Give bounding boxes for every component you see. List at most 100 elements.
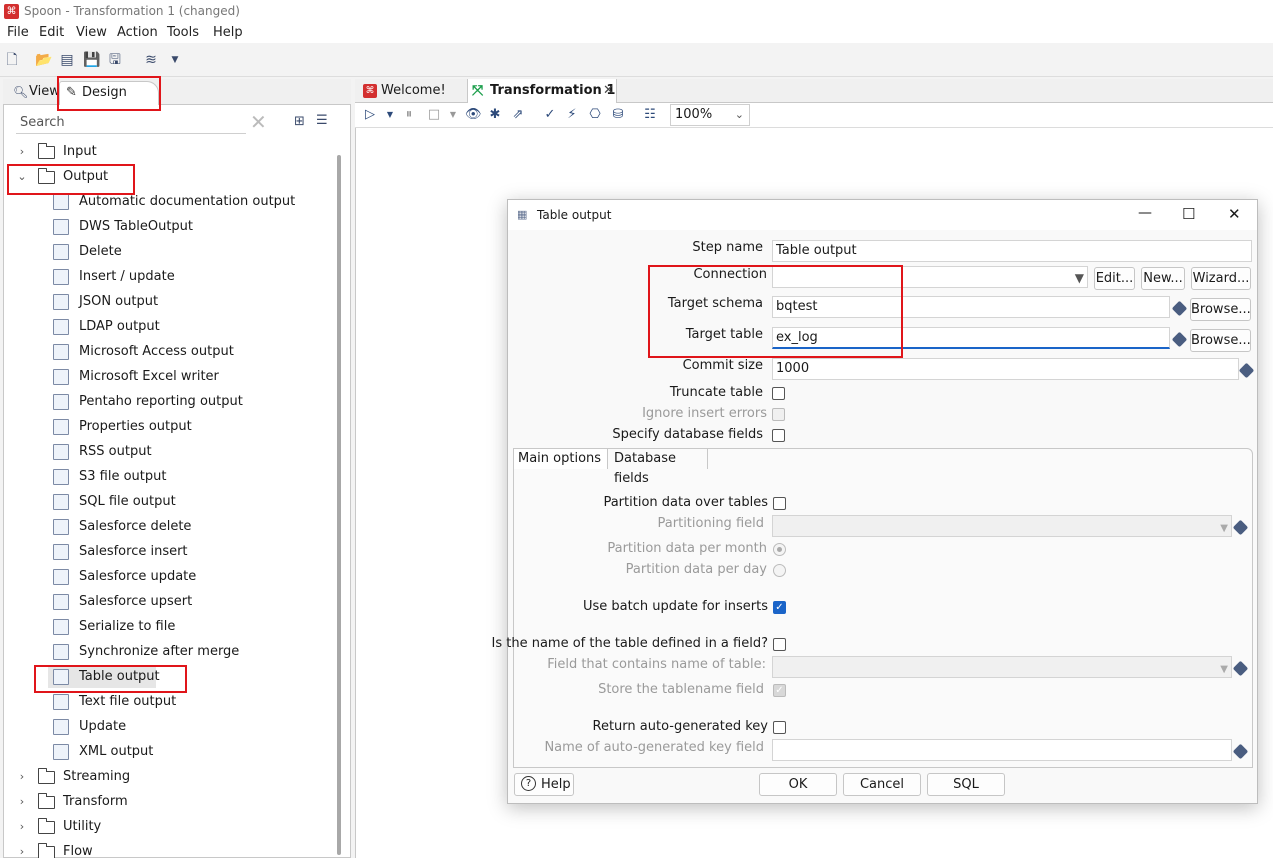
table-in-field-checkbox[interactable] <box>773 638 786 651</box>
tree-step-delete[interactable]: Delete <box>0 241 330 263</box>
new-connection-button[interactable]: New... <box>1141 267 1185 290</box>
sql-icon[interactable]: ⎔ <box>587 107 603 123</box>
variable-icon[interactable] <box>1171 300 1188 317</box>
chevron-right-icon[interactable]: › <box>16 766 28 788</box>
menu-action[interactable]: Action <box>117 25 158 40</box>
preview-icon[interactable]: 👁︎ <box>465 107 482 123</box>
tree-folder-input[interactable]: › Input <box>0 141 330 163</box>
layers-icon[interactable]: ≋ <box>143 52 159 68</box>
tree-step-microsoft-access-output[interactable]: Microsoft Access output <box>0 341 330 363</box>
variable-icon[interactable] <box>1238 362 1255 379</box>
run-icon[interactable]: ▷ <box>362 107 378 123</box>
tree-step-properties-output[interactable]: Properties output <box>0 416 330 438</box>
tree-step-salesforce-update[interactable]: Salesforce update <box>0 566 330 588</box>
cancel-button[interactable]: Cancel <box>843 773 921 796</box>
chevron-right-icon[interactable]: › <box>16 816 28 838</box>
close-icon[interactable]: ✕ <box>1228 205 1241 223</box>
variable-icon[interactable] <box>1171 331 1188 348</box>
tree-folder-utility[interactable]: › Utility <box>0 816 330 838</box>
explore-db-icon[interactable]: ⛁ <box>610 107 626 123</box>
close-tab-icon[interactable]: ✕ <box>603 79 614 103</box>
partition-per-day-radio[interactable] <box>773 564 786 577</box>
tree-step-salesforce-upsert[interactable]: Salesforce upsert <box>0 591 330 613</box>
stop-icon[interactable]: □ <box>426 107 442 123</box>
tab-transformation-1[interactable]: ⤧ Transformation 1 ✕ <box>467 79 617 103</box>
expand-tree-icon[interactable]: ⊞ <box>294 114 305 129</box>
step-search-input[interactable]: Search <box>16 112 246 134</box>
tree-step-text-file-output[interactable]: Text file output <box>0 691 330 713</box>
tree-step-dws-tableoutput[interactable]: DWS TableOutput <box>0 216 330 238</box>
ok-button[interactable]: OK <box>759 773 837 796</box>
minimize-icon[interactable]: — <box>1138 205 1152 221</box>
collapse-tree-icon[interactable]: ☰ <box>316 113 328 128</box>
ignore-insert-errors-checkbox[interactable] <box>772 408 785 421</box>
store-tablename-checkbox[interactable]: ✓ <box>773 684 786 697</box>
tab-database-fields[interactable]: Database fields <box>610 448 708 486</box>
zoom-select[interactable]: 100% ⌄ <box>670 104 750 126</box>
menu-file[interactable]: File <box>7 25 29 40</box>
save-icon[interactable]: 💾 <box>83 52 100 68</box>
tree-folder-streaming[interactable]: › Streaming <box>0 766 330 788</box>
run-options-chevron-icon[interactable]: ▼ <box>382 107 398 123</box>
clear-search-icon[interactable]: ✕ <box>250 111 267 133</box>
tree-step-pentaho-reporting-output[interactable]: Pentaho reporting output <box>0 391 330 413</box>
tree-step-insert-update[interactable]: Insert / update <box>0 266 330 288</box>
chevron-down-icon[interactable]: ⌄ <box>16 166 28 188</box>
tree-step-salesforce-insert[interactable]: Salesforce insert <box>0 541 330 563</box>
tree-step-sql-file-output[interactable]: SQL file output <box>0 491 330 513</box>
impact-icon[interactable]: ⚡ <box>564 107 580 123</box>
menu-view[interactable]: View <box>76 25 107 40</box>
wizard-button[interactable]: Wizard... <box>1191 267 1251 290</box>
pause-icon[interactable]: ⏸ <box>401 107 417 123</box>
tree-step-microsoft-excel-writer[interactable]: Microsoft Excel writer <box>0 366 330 388</box>
tab-view[interactable]: 🔍︎ View <box>7 81 60 105</box>
tab-main-options[interactable]: Main options <box>513 448 608 469</box>
tab-welcome[interactable]: ⌘ Welcome! <box>359 79 467 103</box>
verify-icon[interactable]: ✓ <box>542 107 558 123</box>
tree-step-rss-output[interactable]: RSS output <box>0 441 330 463</box>
tab-design[interactable]: ✎ Design <box>59 81 159 105</box>
tree-folder-output[interactable]: ⌄ Output <box>0 166 330 188</box>
chevron-right-icon[interactable]: › <box>16 141 28 163</box>
explore-repository-icon[interactable]: ▤ <box>59 52 75 68</box>
stop-options-chevron-icon[interactable]: ▼ <box>445 107 461 123</box>
tree-step-xml-output[interactable]: XML output <box>0 741 330 763</box>
truncate-table-checkbox[interactable] <box>772 387 785 400</box>
chevron-right-icon[interactable]: › <box>16 791 28 813</box>
tree-step-s3-file-output[interactable]: S3 file output <box>0 466 330 488</box>
debug-icon[interactable]: ✱ <box>487 107 503 123</box>
field-table-name-select[interactable]: ▼ <box>772 656 1232 678</box>
tree-step-update[interactable]: Update <box>0 716 330 738</box>
tree-scrollbar[interactable] <box>337 155 341 855</box>
browse-schema-button[interactable]: Browse... <box>1190 298 1251 321</box>
replay-icon[interactable]: ⇗ <box>510 107 526 123</box>
show-results-icon[interactable]: ☷ <box>642 107 658 123</box>
target-schema-input[interactable]: bqtest <box>772 296 1170 318</box>
tree-step-json-output[interactable]: JSON output <box>0 291 330 313</box>
tree-step-synchronize-after-merge[interactable]: Synchronize after merge <box>0 641 330 663</box>
partition-per-month-radio[interactable] <box>773 543 786 556</box>
key-field-input[interactable] <box>772 739 1232 761</box>
commit-size-input[interactable]: 1000 <box>772 358 1239 380</box>
tree-step-serialize-to-file[interactable]: Serialize to file <box>0 616 330 638</box>
connection-select[interactable]: ▼ <box>772 266 1088 288</box>
partition-checkbox[interactable] <box>773 497 786 510</box>
step-name-input[interactable]: Table output <box>772 240 1252 262</box>
menu-tools[interactable]: Tools <box>167 25 199 40</box>
tree-step-ldap-output[interactable]: LDAP output <box>0 316 330 338</box>
menu-edit[interactable]: Edit <box>39 25 64 40</box>
tree-step-automatic-documentation-output[interactable]: Automatic documentation output <box>0 191 330 213</box>
batch-update-checkbox[interactable]: ✓ <box>773 601 786 614</box>
tree-step-table-output[interactable]: Table output <box>48 666 160 688</box>
chevron-down-icon[interactable]: ▼ <box>167 52 183 68</box>
save-as-icon[interactable]: 🖫 <box>107 52 123 68</box>
maximize-icon[interactable]: ☐ <box>1182 205 1195 223</box>
partitioning-field-select[interactable]: ▼ <box>772 515 1232 537</box>
edit-connection-button[interactable]: Edit... <box>1094 267 1135 290</box>
target-table-input[interactable]: ex_log <box>772 327 1170 349</box>
menu-help[interactable]: Help <box>213 25 243 40</box>
browse-table-button[interactable]: Browse... <box>1190 329 1251 352</box>
tree-folder-transform[interactable]: › Transform <box>0 791 330 813</box>
specify-database-fields-checkbox[interactable] <box>772 429 785 442</box>
tree-step-salesforce-delete[interactable]: Salesforce delete <box>0 516 330 538</box>
